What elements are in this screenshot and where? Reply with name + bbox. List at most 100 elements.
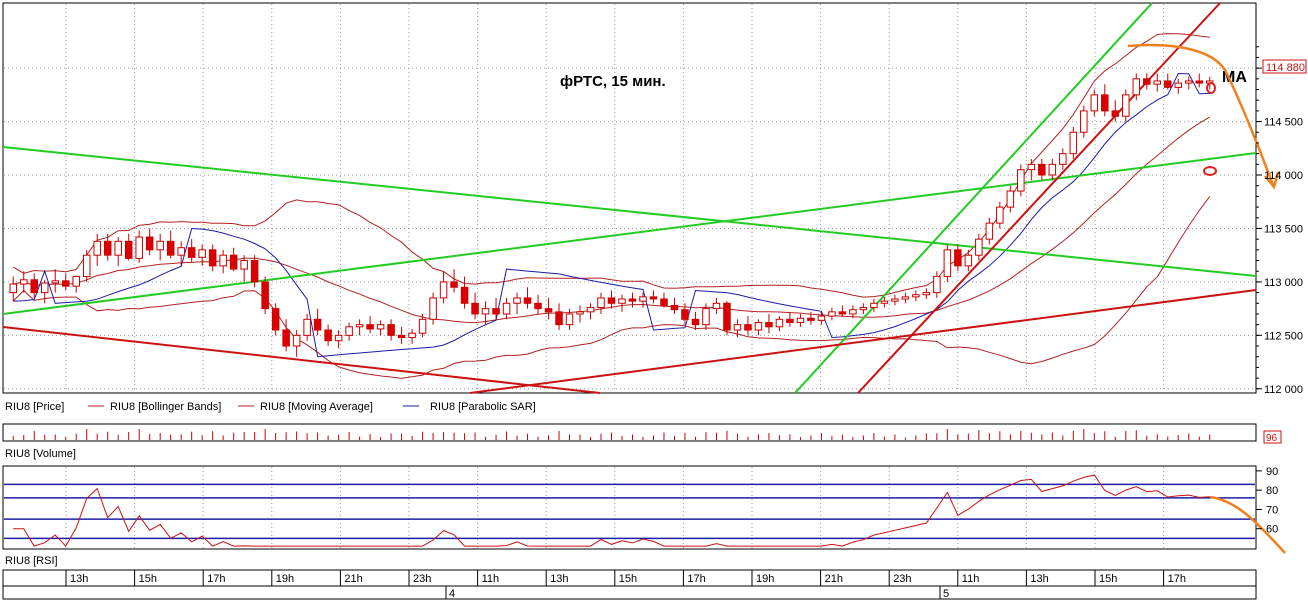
volume-value-label: 96	[1266, 433, 1278, 444]
time-tick-label: 23h	[893, 573, 911, 585]
candle-body	[628, 298, 637, 302]
candle-body	[156, 240, 164, 251]
candle-body	[891, 298, 899, 302]
candle-body	[376, 324, 385, 330]
candle-body	[922, 292, 931, 296]
candle-body	[1090, 94, 1099, 112]
candle-body	[72, 276, 80, 287]
candle-body	[618, 298, 626, 304]
price-tick-label: 112 500	[1264, 330, 1303, 342]
price-tick-label: 114 000	[1264, 170, 1303, 182]
candle-body	[933, 276, 941, 294]
price-tick-label: 114 500	[1264, 117, 1303, 129]
rsi-panel	[2, 465, 1257, 550]
candle-body	[177, 247, 185, 256]
candle-body	[849, 309, 857, 315]
candle-body	[1132, 78, 1141, 96]
candle-body	[135, 236, 143, 259]
candle-body	[744, 324, 752, 331]
time-tick-label: 15h	[139, 573, 157, 585]
time-tick-label: 17h	[1168, 573, 1186, 585]
candle-body	[1080, 110, 1088, 133]
candle-body	[229, 254, 238, 270]
candle-body	[765, 322, 773, 328]
candle-body	[901, 296, 910, 300]
candle-body	[481, 308, 490, 315]
candle-body	[387, 324, 395, 336]
candle-body	[723, 302, 731, 331]
candle-body	[492, 308, 500, 315]
candle-body	[1101, 94, 1109, 112]
candle-body	[796, 317, 805, 324]
price-panel	[2, 2, 1257, 394]
candle-body	[19, 279, 28, 285]
time-tick-label: 11h	[482, 573, 500, 585]
time-tick-label: 17h	[207, 573, 225, 585]
candle-body	[954, 249, 962, 267]
time-tick-label: 15h	[619, 573, 637, 585]
time-tick-label: 13h	[1030, 573, 1048, 585]
candle-body	[324, 329, 332, 342]
candle-body	[30, 279, 38, 294]
candle-body	[219, 254, 227, 267]
date-axis-bar	[2, 585, 1257, 600]
candle-body	[240, 260, 248, 270]
date-tick-label: 4	[449, 588, 455, 600]
candle-body	[261, 281, 269, 310]
price-chart: фРТС, 15 мин. MA 112 000112 500113 00011…	[2, 2, 1307, 600]
candle-body	[523, 297, 532, 304]
candle-body	[943, 249, 952, 278]
candle-body	[996, 206, 1004, 224]
candle-body	[1195, 80, 1204, 84]
candle-body	[439, 281, 448, 299]
candle-body	[1069, 131, 1078, 155]
candle-body	[1038, 163, 1046, 176]
candle-body	[82, 254, 91, 278]
legend: RIU8 [Price] RIU8 [Bollinger Bands] RIU8…	[5, 401, 536, 413]
candle-body	[1164, 80, 1172, 88]
candle-body	[271, 308, 280, 331]
legend-price: RIU8 [Price]	[5, 401, 64, 413]
candle-body	[450, 281, 458, 288]
rsi-tick-label: 90	[1266, 466, 1278, 478]
candle-body	[817, 315, 826, 321]
candle-body	[964, 254, 973, 267]
candle-body	[1006, 190, 1015, 208]
candle-body	[397, 334, 406, 338]
candle-body	[880, 300, 889, 304]
candle-body	[733, 324, 742, 331]
time-tick-label: 19h	[756, 573, 774, 585]
rsi-tick-label: 70	[1266, 504, 1278, 516]
price-tick-label: 113 500	[1264, 223, 1303, 235]
candle-body	[838, 311, 847, 315]
candle-body	[807, 317, 815, 321]
candle-body	[1122, 94, 1130, 117]
candle-body	[649, 296, 658, 300]
candle-body	[250, 260, 259, 283]
rsi-panel-label: RIU8 [RSI]	[5, 555, 58, 567]
rsi-tick-label: 60	[1266, 524, 1278, 536]
candle-body	[597, 297, 605, 309]
candle-body	[513, 297, 521, 304]
candle-body	[429, 297, 437, 320]
candle-body	[418, 318, 427, 334]
time-tick-label: 17h	[687, 573, 705, 585]
candle-body	[292, 334, 301, 347]
candle-body	[870, 302, 878, 309]
candle-body	[786, 318, 794, 324]
chart-annotation: фРТС, 15 мин.	[560, 73, 666, 90]
candle-body	[702, 308, 710, 326]
last-price-label: 114 880	[1266, 62, 1305, 74]
time-tick-label: 21h	[344, 573, 362, 585]
candle-body	[586, 307, 595, 313]
candle-body	[9, 283, 18, 294]
candle-body	[1048, 163, 1057, 176]
legend-sar: RIU8 [Parabolic SAR]	[430, 401, 536, 413]
time-tick-label: 13h	[550, 573, 568, 585]
legend-ma: RIU8 [Moving Average]	[260, 401, 373, 413]
candle-body	[660, 298, 668, 306]
candle-body	[460, 286, 469, 304]
candle-body	[282, 329, 290, 347]
candle-body	[1059, 153, 1067, 165]
candle-body	[1185, 80, 1193, 84]
